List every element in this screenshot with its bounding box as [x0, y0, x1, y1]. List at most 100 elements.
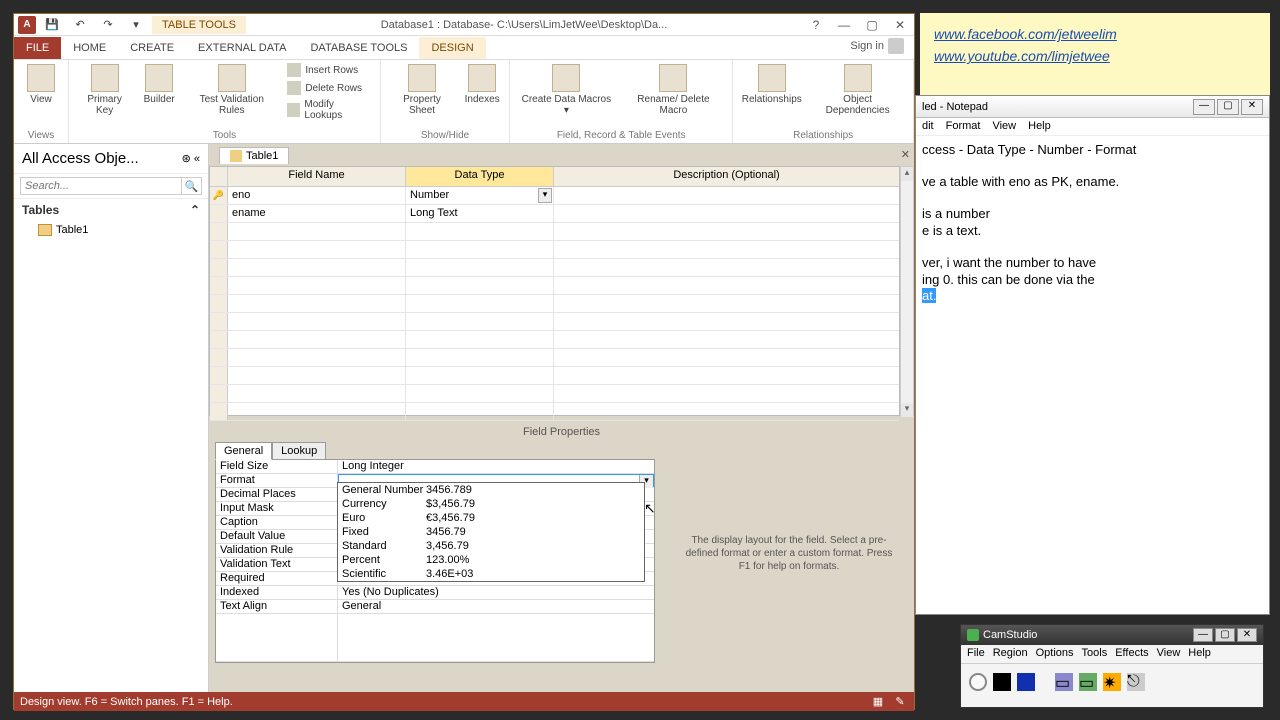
menu-options[interactable]: Options: [1036, 647, 1074, 661]
autopan-button[interactable]: ✷: [1103, 673, 1121, 691]
dropdown-icon[interactable]: ▾: [538, 188, 552, 203]
design-view-icon[interactable]: ✎: [892, 695, 908, 709]
menu-help[interactable]: Help: [1028, 120, 1051, 133]
status-text: Design view. F6 = Switch panes. F1 = Hel…: [20, 696, 233, 708]
datasheet-view-icon[interactable]: ▦: [870, 695, 886, 709]
redo-icon[interactable]: ↷: [96, 16, 120, 34]
prop-field-size[interactable]: Long Integer: [338, 460, 654, 473]
layout-button[interactable]: ⎋: [1127, 673, 1145, 691]
help-icon[interactable]: ?: [802, 14, 830, 36]
nav-group-tables[interactable]: Tables⌃: [14, 199, 208, 221]
description-cell[interactable]: [554, 187, 899, 204]
menu-file[interactable]: File: [967, 647, 985, 661]
youtube-link[interactable]: www.youtube.com/limjetwee: [934, 45, 1256, 67]
menu-view[interactable]: View: [992, 120, 1016, 133]
menu-view[interactable]: View: [1157, 647, 1181, 661]
format-option[interactable]: Scientific3.46E+03: [338, 567, 644, 581]
format-option[interactable]: General Number3456.789: [338, 483, 644, 497]
menu-effects[interactable]: Effects: [1115, 647, 1148, 661]
row-selector[interactable]: 🔑: [210, 187, 228, 204]
menu-tools[interactable]: Tools: [1082, 647, 1108, 661]
test-validation-button[interactable]: Test Validation Rules: [186, 62, 277, 118]
description-cell[interactable]: [554, 205, 899, 222]
prop-label: Text Align: [216, 600, 338, 613]
row-selector[interactable]: [210, 205, 228, 222]
field-name-cell[interactable]: ename: [228, 205, 406, 222]
tab-external-data[interactable]: EXTERNAL DATA: [186, 37, 298, 59]
notepad-text-area[interactable]: ccess - Data Type - Number - Format ve a…: [916, 136, 1269, 311]
save-icon[interactable]: 💾: [40, 16, 64, 34]
col-header-field-name[interactable]: Field Name: [228, 167, 406, 186]
camstudio-window: CamStudio — ▢ ✕ File Region Options Tool…: [960, 624, 1264, 708]
menu-help[interactable]: Help: [1188, 647, 1211, 661]
maximize-icon[interactable]: ▢: [1217, 99, 1239, 115]
tab-database-tools[interactable]: DATABASE TOOLS: [298, 37, 419, 59]
design-row[interactable]: ename Long Text: [210, 205, 899, 223]
col-header-description[interactable]: Description (Optional): [554, 167, 899, 186]
undo-icon[interactable]: ↶: [68, 16, 92, 34]
field-name-cell[interactable]: eno: [228, 187, 406, 204]
builder-button[interactable]: Builder: [140, 62, 178, 107]
relationships-button[interactable]: Relationships: [741, 62, 802, 107]
col-header-data-type[interactable]: Data Type: [406, 167, 554, 186]
scroll-down-icon[interactable]: ▾: [901, 403, 913, 417]
indexes-button[interactable]: Indexes: [463, 62, 501, 107]
vertical-scrollbar[interactable]: ▴ ▾: [900, 166, 914, 416]
status-bar: Design view. F6 = Switch panes. F1 = Hel…: [14, 692, 914, 711]
format-option[interactable]: Standard3,456.79: [338, 539, 644, 553]
collapse-icon: ⌃: [190, 203, 200, 217]
create-data-macros-button[interactable]: Create Data Macros ▾: [518, 62, 614, 118]
search-icon[interactable]: 🔍: [182, 177, 202, 195]
close-icon[interactable]: ✕: [1237, 628, 1257, 642]
sign-in[interactable]: Sign in: [840, 33, 914, 59]
annotation-button[interactable]: ▭: [1079, 673, 1097, 691]
prop-indexed[interactable]: Yes (No Duplicates): [338, 586, 654, 599]
document-close-icon[interactable]: ✕: [901, 148, 910, 161]
tab-design[interactable]: DESIGN: [419, 37, 485, 59]
nav-item-table1[interactable]: Table1: [14, 221, 208, 239]
group-label-tools: Tools: [77, 128, 372, 141]
record-button[interactable]: [969, 673, 987, 691]
data-type-cell[interactable]: Number▾: [406, 187, 554, 204]
access-window: A 💾 ↶ ↷ ▾ TABLE TOOLS Database1 : Databa…: [13, 13, 915, 710]
tab-general[interactable]: General: [215, 442, 272, 460]
pause-button[interactable]: [993, 673, 1011, 691]
tab-home[interactable]: HOME: [61, 37, 118, 59]
view-button[interactable]: View: [22, 62, 60, 107]
maximize-icon[interactable]: ▢: [1215, 628, 1235, 642]
format-option[interactable]: Currency$3,456.79: [338, 497, 644, 511]
tab-file[interactable]: FILE: [14, 37, 61, 59]
design-row[interactable]: 🔑 eno Number▾: [210, 187, 899, 205]
object-dependencies-button[interactable]: Object Dependencies: [810, 62, 905, 118]
menu-edit[interactable]: dit: [922, 120, 934, 133]
notepad-menu: dit Format View Help: [916, 118, 1269, 136]
tab-create[interactable]: CREATE: [118, 37, 186, 59]
format-option[interactable]: Euro€3,456.79: [338, 511, 644, 525]
tab-lookup[interactable]: Lookup: [272, 442, 326, 460]
menu-format[interactable]: Format: [946, 120, 981, 133]
menu-region[interactable]: Region: [993, 647, 1028, 661]
qat-more-icon[interactable]: ▾: [124, 16, 148, 34]
scroll-up-icon[interactable]: ▴: [901, 167, 913, 181]
format-option[interactable]: Fixed3456.79: [338, 525, 644, 539]
primary-key-icon: 🔑: [213, 190, 224, 201]
minimize-icon[interactable]: —: [1193, 99, 1215, 115]
minimize-icon[interactable]: —: [1193, 628, 1213, 642]
stop-button[interactable]: [1017, 673, 1035, 691]
format-option[interactable]: Percent123.00%: [338, 553, 644, 567]
delete-rows-button[interactable]: Delete Rows: [285, 80, 372, 96]
primary-key-button[interactable]: Primary Key: [77, 62, 132, 118]
prop-text-align[interactable]: General: [338, 600, 654, 613]
close-icon[interactable]: ✕: [1241, 99, 1263, 115]
nav-collapse-icon[interactable]: ⊛ «: [182, 152, 200, 165]
property-sheet-button[interactable]: Property Sheet: [389, 62, 455, 118]
nav-search-input[interactable]: [20, 177, 182, 195]
modify-lookups-button[interactable]: Modify Lookups: [285, 98, 372, 122]
ribbon: View Views Primary Key Builder Test Vali…: [14, 60, 914, 144]
rename-delete-macro-button[interactable]: Rename/ Delete Macro: [623, 62, 725, 118]
toggle-view-button[interactable]: ▭: [1055, 673, 1073, 691]
document-tab-table1[interactable]: Table1: [219, 147, 289, 164]
insert-rows-button[interactable]: Insert Rows: [285, 62, 372, 78]
facebook-link[interactable]: www.facebook.com/jetweelim: [934, 23, 1256, 45]
data-type-cell[interactable]: Long Text: [406, 205, 554, 222]
